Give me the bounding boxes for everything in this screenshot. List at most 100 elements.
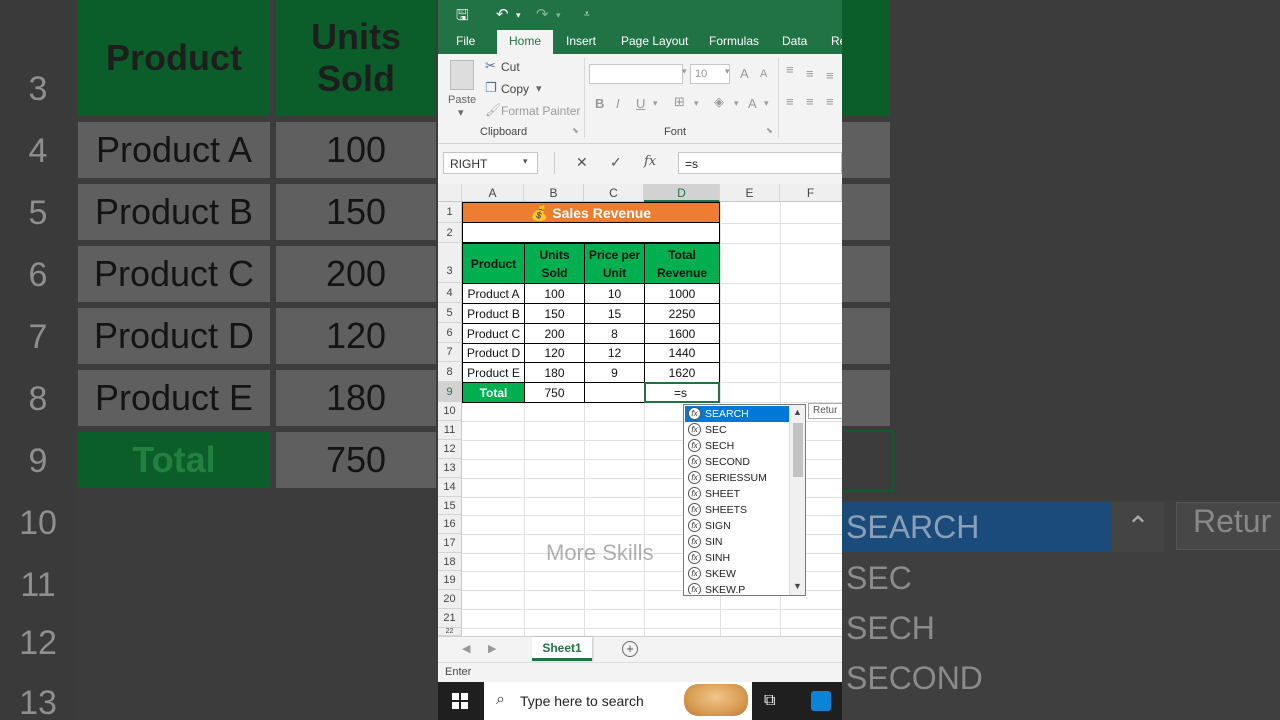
cancel-formula-icon[interactable]: ✕: [576, 154, 588, 171]
row-header[interactable]: 21: [438, 609, 462, 628]
column-header-c[interactable]: C: [584, 184, 644, 202]
table-cell[interactable]: 10: [584, 283, 645, 304]
underline-button[interactable]: U: [636, 96, 645, 111]
grow-font-icon[interactable]: A: [740, 66, 749, 81]
row-header[interactable]: 15: [438, 497, 462, 515]
paste-dropdown-icon[interactable]: ▾: [458, 106, 464, 119]
customize-toolbar-icon[interactable]: ⩡: [584, 9, 590, 20]
sheet-title-cell[interactable]: 💰 Sales Revenue: [462, 202, 720, 223]
autocomplete-item[interactable]: fx SECOND: [685, 454, 789, 470]
total-price-cell[interactable]: [584, 382, 645, 403]
undo-dropdown-icon[interactable]: ▾: [516, 10, 521, 21]
table-cell[interactable]: 12: [584, 343, 645, 363]
autocomplete-item[interactable]: fx SEC: [685, 422, 789, 438]
clipboard-launcher-icon[interactable]: ⬊: [572, 126, 579, 135]
tab-formulas[interactable]: Formulas: [709, 34, 759, 48]
column-header-b[interactable]: B: [524, 184, 584, 202]
tab-file[interactable]: File: [456, 34, 475, 48]
cut-button[interactable]: Cut: [501, 60, 520, 74]
bold-button[interactable]: B: [595, 96, 604, 111]
font-color-icon[interactable]: A: [748, 96, 757, 111]
windows-start-icon[interactable]: [452, 693, 468, 709]
scroll-down-icon[interactable]: ▼: [793, 581, 802, 591]
row-header[interactable]: 8: [438, 362, 462, 382]
row-header[interactable]: 14: [438, 478, 462, 497]
copy-button[interactable]: Copy: [501, 82, 529, 96]
sheet-tab-sheet1[interactable]: Sheet1: [532, 637, 592, 661]
autocomplete-item[interactable]: fx SECH: [685, 438, 789, 454]
save-icon[interactable]: 🖫: [456, 5, 469, 30]
insert-function-icon[interactable]: fx: [644, 154, 656, 169]
sheet-prev-icon[interactable]: ◀: [462, 642, 470, 655]
active-cell-d9[interactable]: =s: [644, 382, 720, 403]
table-cell[interactable]: 1000: [644, 283, 720, 304]
row-header[interactable]: 7: [438, 343, 462, 362]
font-size-box[interactable]: 10: [690, 64, 730, 84]
font-size-dropdown-icon[interactable]: ▾: [725, 66, 730, 77]
autocomplete-item[interactable]: fx SINH: [685, 550, 789, 566]
table-cell[interactable]: Product A: [462, 283, 525, 304]
column-header-e[interactable]: E: [720, 184, 780, 202]
cut-icon[interactable]: ✂: [485, 58, 496, 74]
store-icon[interactable]: [811, 691, 831, 711]
row-header[interactable]: 22: [438, 628, 462, 636]
autocomplete-item[interactable]: fx SKEW: [685, 566, 789, 582]
autocomplete-item[interactable]: fx SKEW.P: [685, 582, 789, 594]
formula-input[interactable]: =s: [678, 152, 842, 174]
format-painter-icon[interactable]: 🖌: [485, 102, 502, 118]
redo-icon[interactable]: ↷: [536, 5, 549, 23]
align-middle-icon[interactable]: ≡: [806, 66, 814, 81]
table-cell[interactable]: 1620: [644, 362, 720, 383]
column-header-d[interactable]: D: [644, 184, 720, 202]
tab-insert[interactable]: Insert: [566, 34, 596, 48]
row-header[interactable]: 5: [438, 303, 462, 323]
autocomplete-scrollbar[interactable]: ▲ ▼: [789, 405, 805, 595]
table-cell[interactable]: Product B: [462, 303, 525, 324]
format-painter-button[interactable]: Format Painter: [501, 104, 580, 118]
table-cell[interactable]: Product C: [462, 323, 525, 344]
table-cell[interactable]: 150: [524, 303, 585, 324]
table-cell[interactable]: 180: [524, 362, 585, 383]
redo-dropdown-icon[interactable]: ▾: [556, 10, 561, 21]
row-header[interactable]: 20: [438, 590, 462, 609]
autocomplete-item[interactable]: fx SERIESSUM: [685, 470, 789, 486]
borders-icon[interactable]: ⊞: [674, 94, 685, 110]
italic-button[interactable]: I: [616, 96, 620, 111]
row-header[interactable]: 2: [438, 223, 462, 243]
sheet-next-icon[interactable]: ▶: [488, 642, 496, 655]
row-header[interactable]: 18: [438, 553, 462, 571]
blank-merged-row[interactable]: [462, 223, 720, 243]
copy-dropdown-icon[interactable]: ▾: [536, 82, 542, 95]
total-label-cell[interactable]: Total: [462, 382, 525, 403]
scrollbar-thumb[interactable]: [793, 423, 803, 477]
tab-home[interactable]: Home: [497, 30, 554, 54]
paste-icon[interactable]: [450, 60, 474, 90]
row-header[interactable]: 12: [438, 440, 462, 459]
table-cell[interactable]: Product D: [462, 343, 525, 363]
align-bottom-icon[interactable]: ≡: [826, 68, 834, 83]
header-units-sold[interactable]: Units Sold: [524, 243, 585, 284]
column-header-a[interactable]: A: [462, 184, 524, 202]
function-autocomplete-list[interactable]: fx SEARCH fx SEC fx SECH fx SECOND fx SERIESS…: [683, 404, 806, 596]
add-sheet-icon[interactable]: +: [622, 641, 638, 657]
column-header-f[interactable]: F: [780, 184, 842, 202]
font-name-dropdown-icon[interactable]: ▾: [682, 66, 687, 77]
font-launcher-icon[interactable]: ⬊: [766, 126, 773, 135]
borders-dropdown-icon[interactable]: ▾: [694, 98, 699, 109]
paste-button[interactable]: Paste: [448, 94, 476, 106]
font-color-dropdown-icon[interactable]: ▾: [764, 98, 769, 109]
row-header[interactable]: 10: [438, 402, 462, 421]
row-header[interactable]: 17: [438, 534, 462, 553]
table-cell[interactable]: 100: [524, 283, 585, 304]
table-cell[interactable]: Product E: [462, 362, 525, 383]
copy-icon[interactable]: ❐: [485, 80, 497, 96]
table-cell[interactable]: 1600: [644, 323, 720, 344]
row-header[interactable]: 1: [438, 202, 462, 223]
align-top-icon[interactable]: ≡: [786, 62, 794, 77]
autocomplete-item[interactable]: fx SIGN: [685, 518, 789, 534]
align-right-icon[interactable]: ≡: [826, 94, 834, 109]
autocomplete-item[interactable]: fx SHEET: [685, 486, 789, 502]
taskbar-search[interactable]: ⌕ Type here to search: [484, 682, 752, 720]
row-header[interactable]: 11: [438, 421, 462, 440]
fill-color-dropdown-icon[interactable]: ▾: [734, 98, 739, 109]
